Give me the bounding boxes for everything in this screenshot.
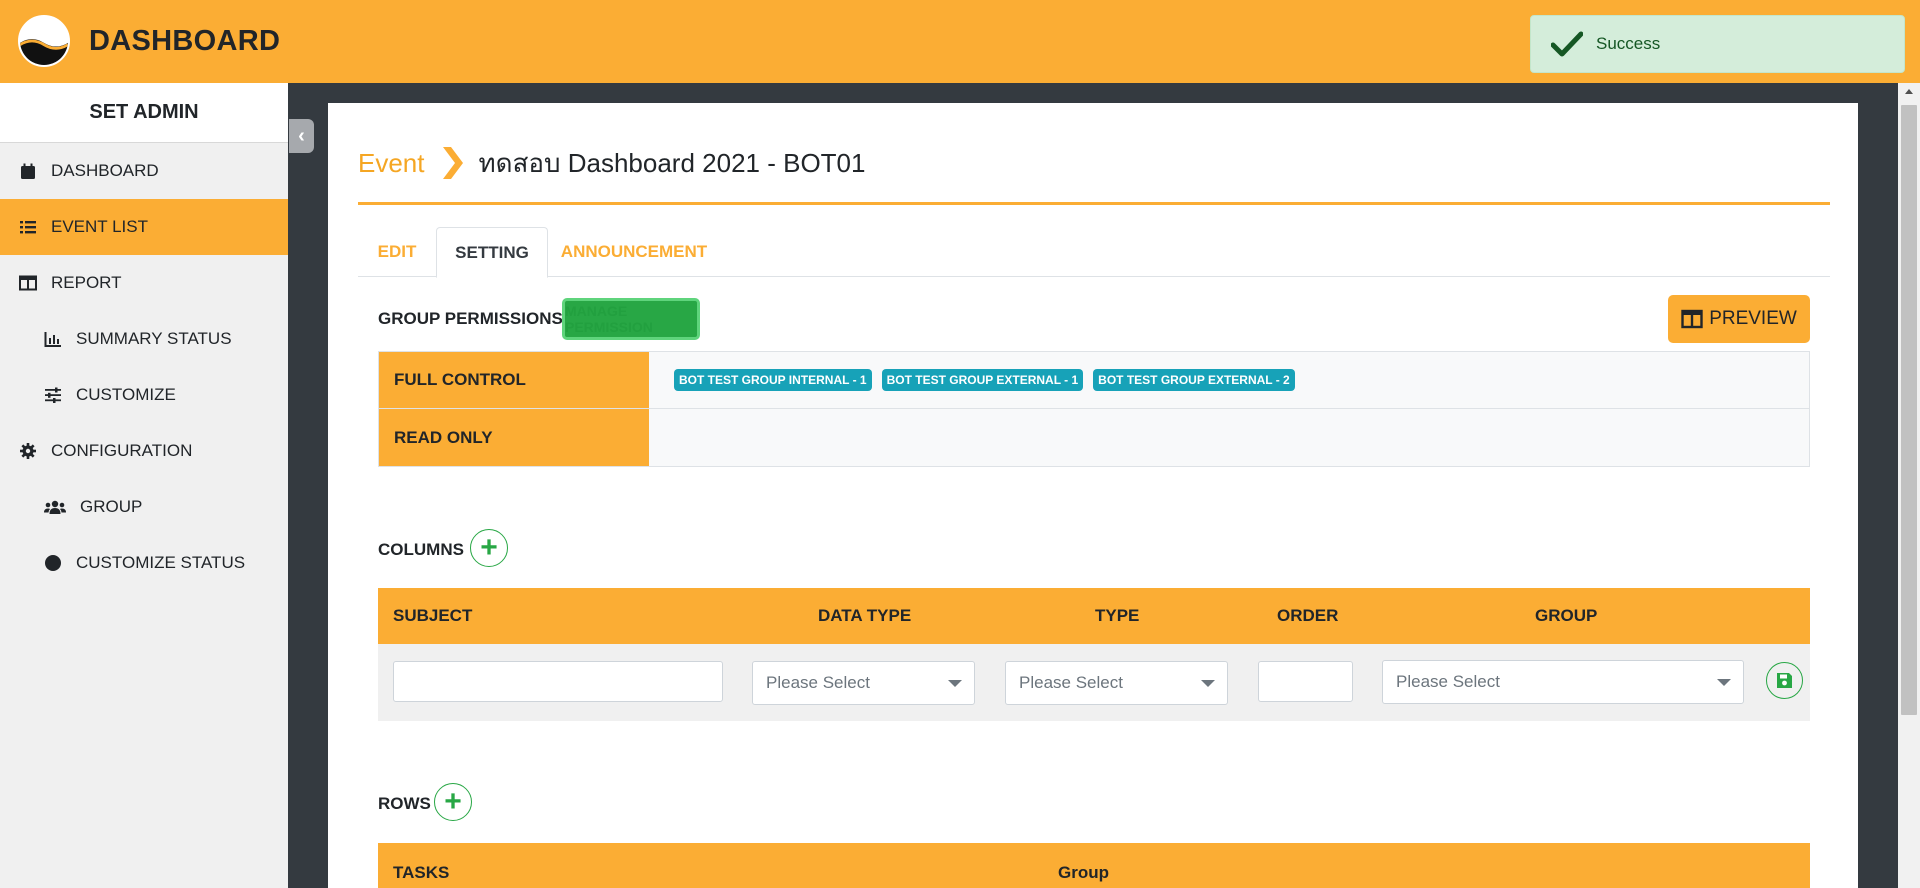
button-label: MANAGE PERMISSION <box>565 303 653 335</box>
subject-input[interactable] <box>393 661 723 702</box>
sidebar-item-report[interactable]: REPORT <box>0 255 288 311</box>
floppy-disk-icon <box>1777 673 1792 688</box>
add-row-button[interactable]: + <box>434 783 472 821</box>
circle-icon <box>44 554 62 572</box>
permission-groups: BOT TEST GROUP INTERNAL - 1 BOT TEST GRO… <box>649 352 1809 408</box>
select-value: Please Select <box>1396 672 1500 691</box>
tab-bar: EDIT SETTING ANNOUNCEMENT <box>358 227 1830 278</box>
rows-title: ROWS <box>378 794 431 813</box>
breadcrumb: Event ทดสอบ Dashboard 2021 - BOT01 <box>358 143 865 183</box>
plus-icon: + <box>444 785 462 818</box>
sidebar-item-label: CUSTOMIZE <box>76 385 176 404</box>
sidebar-item-label: CONFIGURATION <box>51 441 193 460</box>
chevron-right-icon <box>442 147 463 179</box>
chart-bar-icon <box>44 330 62 348</box>
plus-icon: + <box>480 531 498 564</box>
permission-label: FULL CONTROL <box>379 352 649 408</box>
table-icon <box>19 274 37 292</box>
tab-announcement[interactable]: ANNOUNCEMENT <box>548 227 720 277</box>
columns-title: COLUMNS <box>378 540 464 559</box>
column-header-data-type: DATA TYPE <box>818 606 912 625</box>
permission-groups <box>649 409 1809 466</box>
sidebar-item-label: GROUP <box>80 497 143 516</box>
sidebar-item-summary-status[interactable]: SUMMARY STATUS <box>0 311 288 367</box>
manage-permission-button[interactable]: MANAGE PERMISSION <box>562 298 700 340</box>
breadcrumb-parent-link[interactable]: Event <box>358 148 425 179</box>
group-badge: BOT TEST GROUP INTERNAL - 1 <box>674 369 872 391</box>
sidebar-item-customize[interactable]: CUSTOMIZE <box>0 367 288 423</box>
sidebar: SET ADMIN DASHBOARD EVENT LIST REPORT SU… <box>0 83 288 888</box>
row-header-tasks: TASKS <box>393 863 450 882</box>
gear-icon <box>19 442 37 460</box>
sidebar-item-label: DASHBOARD <box>51 161 159 180</box>
sidebar-item-configuration[interactable]: CONFIGURATION <box>0 423 288 479</box>
breadcrumb-divider <box>358 202 1830 205</box>
app-title: DASHBOARD <box>89 25 281 57</box>
tab-edit[interactable]: EDIT <box>358 227 436 277</box>
group-badge: BOT TEST GROUP EXTERNAL - 2 <box>1093 369 1295 391</box>
page-title: ทดสอบ Dashboard 2021 - BOT01 <box>478 147 866 178</box>
users-icon <box>44 498 66 516</box>
success-toast: Success <box>1530 15 1905 73</box>
chevron-left-icon: ‹ <box>298 124 305 147</box>
add-column-button[interactable]: + <box>470 529 508 567</box>
select-value: Please Select <box>766 673 870 692</box>
group-badge: BOT TEST GROUP EXTERNAL - 1 <box>881 369 1084 391</box>
preview-button[interactable]: PREVIEW <box>1668 295 1810 343</box>
tab-label: ANNOUNCEMENT <box>560 242 708 261</box>
columns-table-header: SUBJECT DATA TYPE TYPE ORDER GROUP <box>378 588 1810 644</box>
group-select[interactable]: Please Select <box>1382 660 1744 704</box>
save-column-button[interactable] <box>1766 662 1803 699</box>
sidebar-header: SET ADMIN <box>0 83 288 143</box>
permission-row-full-control: FULL CONTROL BOT TEST GROUP INTERNAL - 1… <box>378 351 1810 409</box>
columns-form-row: Please Select Please Select Please Selec… <box>378 644 1810 721</box>
main-card: Event ทดสอบ Dashboard 2021 - BOT01 EDIT … <box>328 103 1858 888</box>
tab-label: EDIT <box>377 242 417 261</box>
permission-row-read-only: READ ONLY <box>378 409 1810 467</box>
sliders-icon <box>44 386 62 404</box>
permission-label: READ ONLY <box>379 409 649 466</box>
sidebar-item-label: CUSTOMIZE STATUS <box>76 553 246 572</box>
scrollbar-thumb[interactable] <box>1901 105 1917 715</box>
caret-down-icon <box>1201 680 1215 687</box>
type-select[interactable]: Please Select <box>1005 661 1228 705</box>
sidebar-item-label: REPORT <box>51 273 122 292</box>
scroll-up-arrow-icon[interactable] <box>1905 89 1913 94</box>
sidebar-item-group[interactable]: GROUP <box>0 479 288 535</box>
permissions-table: FULL CONTROL BOT TEST GROUP INTERNAL - 1… <box>378 351 1810 467</box>
caret-down-icon <box>948 680 962 687</box>
select-value: Please Select <box>1019 673 1123 692</box>
group-permissions-title: GROUP PERMISSIONS <box>378 309 563 328</box>
page-scrollbar[interactable] <box>1898 83 1920 888</box>
tab-label: SETTING <box>455 242 529 262</box>
sidebar-item-label: SUMMARY STATUS <box>76 329 232 348</box>
tab-setting[interactable]: SETTING <box>436 227 548 278</box>
calendar-icon <box>19 162 37 180</box>
column-header-group: GROUP <box>1535 606 1598 625</box>
toast-message: Success <box>1596 34 1661 53</box>
columns-icon <box>1681 309 1703 329</box>
rows-table-header: TASKS Group <box>378 843 1810 888</box>
sidebar-collapse-button[interactable]: ‹ <box>289 119 314 153</box>
sidebar-item-label: EVENT LIST <box>51 217 148 236</box>
column-header-order: ORDER <box>1277 606 1339 625</box>
order-input[interactable] <box>1258 661 1353 702</box>
row-header-group: Group <box>1058 863 1109 882</box>
column-header-subject: SUBJECT <box>393 606 473 625</box>
check-icon <box>1551 31 1583 57</box>
button-label: PREVIEW <box>1709 308 1797 329</box>
data-type-select[interactable]: Please Select <box>752 661 975 705</box>
columns-table: SUBJECT DATA TYPE TYPE ORDER GROUP Pleas… <box>378 588 1810 721</box>
sidebar-item-dashboard[interactable]: DASHBOARD <box>0 143 288 199</box>
sidebar-item-event-list[interactable]: EVENT LIST <box>0 199 288 255</box>
column-header-type: TYPE <box>1095 606 1140 625</box>
sidebar-item-customize-status[interactable]: CUSTOMIZE STATUS <box>0 535 288 591</box>
list-icon <box>19 218 37 236</box>
app-logo[interactable] <box>18 15 70 67</box>
caret-down-icon <box>1717 679 1731 686</box>
